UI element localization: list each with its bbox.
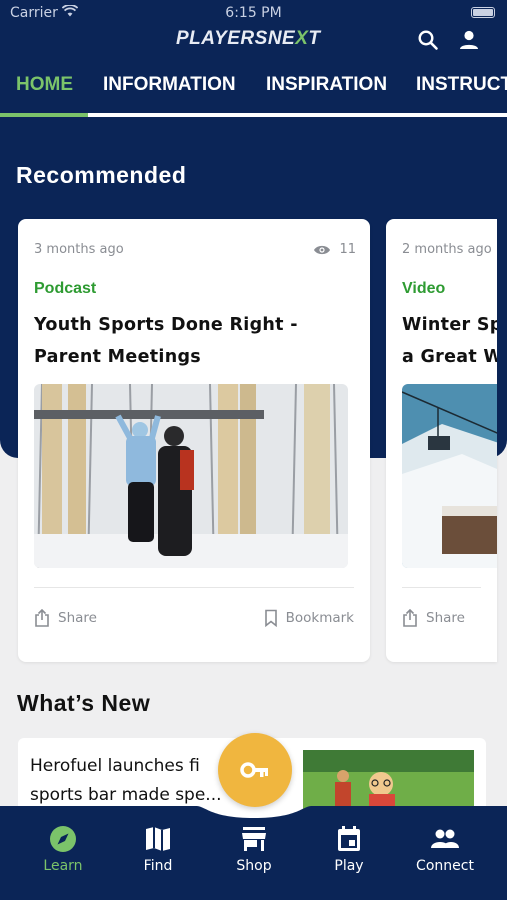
section-title-whats-new: What’s New bbox=[17, 690, 151, 716]
share-icon bbox=[35, 609, 49, 627]
clock: 6:15 PM bbox=[225, 5, 282, 21]
recommended-card[interactable]: 3 months ago 11 Podcast Youth Sports Don… bbox=[18, 219, 370, 662]
nav-shop-label: Shop bbox=[236, 858, 272, 874]
logo-text-tail: T bbox=[308, 28, 321, 49]
tab-instruction[interactable]: INSTRUCT bbox=[416, 74, 507, 96]
card-title[interactable]: Youth Sports Done Right - Parent Meeting… bbox=[34, 309, 334, 373]
people-icon bbox=[431, 829, 459, 848]
card-divider bbox=[402, 587, 481, 588]
playground-photo bbox=[34, 384, 348, 568]
nav-connect[interactable]: Connect bbox=[400, 824, 490, 874]
card-timestamp: 2 months ago bbox=[402, 242, 492, 257]
card-category: Podcast bbox=[34, 280, 97, 297]
share-button[interactable]: Share bbox=[402, 609, 465, 627]
bookmark-label: Bookmark bbox=[285, 610, 354, 626]
category-tabs: HOME INFORMATION INSPIRATION INSTRUCT bbox=[0, 66, 507, 118]
share-label: Share bbox=[58, 610, 97, 626]
tab-information[interactable]: INFORMATION bbox=[103, 74, 236, 96]
key-fab-button[interactable] bbox=[218, 733, 292, 807]
nav-play[interactable]: Play bbox=[304, 824, 394, 874]
nav-find[interactable]: Find bbox=[113, 824, 203, 874]
bookmark-icon bbox=[264, 609, 277, 627]
card-thumbnail[interactable] bbox=[402, 384, 497, 568]
card-view-count: 11 bbox=[339, 242, 356, 257]
recommended-card[interactable]: 2 months ago Video Winter Sp a Great W S… bbox=[386, 219, 497, 662]
battery-icon bbox=[471, 7, 495, 18]
map-icon bbox=[146, 827, 170, 851]
tab-inspiration[interactable]: INSPIRATION bbox=[266, 74, 387, 96]
nav-play-label: Play bbox=[334, 858, 364, 874]
logo-text-accent: X bbox=[295, 28, 309, 49]
search-icon[interactable] bbox=[416, 28, 440, 52]
card-title[interactable]: Winter Sp a Great W bbox=[402, 309, 497, 373]
store-icon bbox=[242, 827, 266, 851]
tab-active-indicator bbox=[0, 113, 88, 117]
nav-shop[interactable]: Shop bbox=[209, 824, 299, 874]
key-icon bbox=[240, 762, 268, 778]
section-title-recommended: Recommended bbox=[16, 162, 187, 188]
calendar-icon bbox=[338, 826, 360, 851]
card-thumbnail[interactable] bbox=[34, 384, 348, 568]
app-logo[interactable]: PLAYERSNEXT bbox=[176, 28, 336, 54]
ski-lift-photo bbox=[402, 384, 497, 568]
share-label: Share bbox=[426, 610, 465, 626]
card-category: Video bbox=[402, 280, 446, 297]
tab-home[interactable]: HOME bbox=[16, 74, 73, 96]
status-bar: Carrier 6:15 PM bbox=[0, 0, 507, 28]
user-icon[interactable] bbox=[457, 28, 481, 52]
nav-learn[interactable]: Learn bbox=[18, 824, 108, 874]
nav-learn-label: Learn bbox=[43, 858, 83, 874]
bookmark-button[interactable]: Bookmark bbox=[264, 609, 354, 627]
card-views: 11 bbox=[313, 242, 356, 257]
nav-find-label: Find bbox=[143, 858, 173, 874]
compass-icon bbox=[50, 826, 76, 852]
card-timestamp: 3 months ago bbox=[34, 242, 124, 257]
bottom-nav: Learn Find Shop Play Connect bbox=[0, 806, 507, 900]
eye-icon bbox=[314, 245, 331, 254]
share-icon bbox=[403, 609, 417, 627]
nav-connect-label: Connect bbox=[416, 858, 474, 874]
card-divider bbox=[34, 587, 354, 588]
logo-text-main: PLAYERSNE bbox=[176, 28, 296, 49]
share-button[interactable]: Share bbox=[34, 609, 97, 627]
